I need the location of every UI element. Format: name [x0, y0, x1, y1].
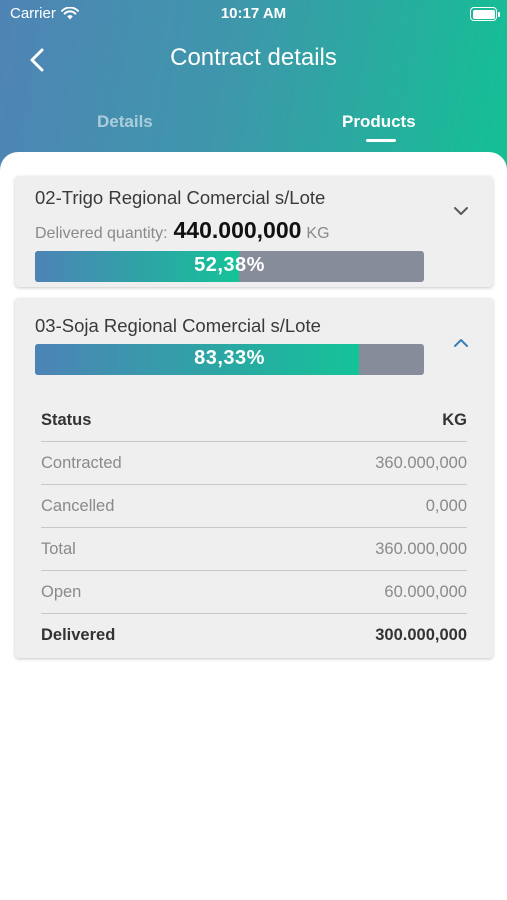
table-row-delivered: Delivered 300.000,000 [41, 614, 467, 657]
delivered-quantity-value: 440.000,000 [173, 217, 302, 243]
product-card[interactable]: 02-Trigo Regional Comercial s/Lote Deliv… [15, 176, 493, 287]
row-label: Open [41, 583, 82, 601]
tab-products[interactable]: Products [342, 112, 416, 132]
row-value: 0,000 [425, 497, 467, 515]
product-name: 03-Soja Regional Comercial s/Lote [35, 315, 321, 336]
page-title: Contract details [170, 44, 337, 71]
progress-bar: 52,38% [35, 251, 424, 282]
product-card[interactable]: 03-Soja Regional Comercial s/Lote 83,33%… [15, 298, 493, 658]
table-row: Cancelled 0,000 [41, 485, 467, 528]
row-value: 300.000,000 [375, 626, 467, 644]
table-row: Total 360.000,000 [41, 528, 467, 571]
product-name: 02-Trigo Regional Comercial s/Lote [35, 187, 326, 208]
table-header-row: Status KG [41, 399, 467, 442]
battery-icon [470, 7, 500, 21]
tab-details[interactable]: Details [97, 112, 153, 132]
chevron-down-icon[interactable] [451, 201, 471, 221]
delivered-quantity-label: Delivered quantity: [35, 225, 168, 242]
status-bar: Carrier 10:17 AM [0, 0, 507, 28]
table-row: Contracted 360.000,000 [41, 442, 467, 485]
row-label: Delivered [41, 626, 116, 644]
progress-bar: 83,33% [35, 344, 424, 375]
column-header-status: Status [41, 411, 92, 429]
active-tab-indicator [366, 139, 396, 142]
tab-bar: Details Products [0, 112, 507, 148]
progress-percent: 52,38% [194, 254, 265, 276]
header: Carrier 10:17 AM Contract details Detail… [0, 0, 507, 175]
row-value: 60.000,000 [384, 583, 467, 601]
chevron-up-icon[interactable] [451, 333, 471, 353]
column-header-unit: KG [442, 411, 467, 429]
table-row: Open 60.000,000 [41, 571, 467, 614]
quantity-table: Status KG Contracted 360.000,000 Cancell… [41, 399, 467, 657]
delivered-quantity: Delivered quantity: 440.000,000 KG [35, 217, 330, 244]
row-label: Total [41, 540, 76, 558]
progress-percent: 83,33% [194, 347, 265, 369]
delivered-quantity-unit: KG [306, 225, 330, 242]
row-label: Cancelled [41, 497, 115, 515]
row-value: 360.000,000 [375, 540, 467, 558]
row-value: 360.000,000 [375, 454, 467, 472]
clock: 10:17 AM [220, 5, 287, 22]
row-label: Contracted [41, 454, 122, 472]
